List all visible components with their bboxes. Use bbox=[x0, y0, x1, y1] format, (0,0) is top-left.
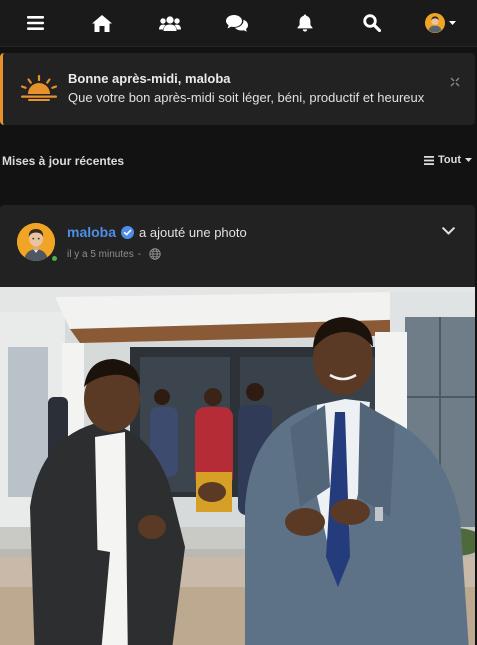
top-nav-bar bbox=[0, 0, 477, 47]
list-icon bbox=[423, 155, 434, 165]
filter-label: Tout bbox=[437, 154, 461, 166]
greeting-message: Que votre bon après-midi soit léger, bén… bbox=[68, 90, 425, 105]
author-avatar[interactable] bbox=[17, 223, 55, 261]
notifications-button[interactable] bbox=[289, 8, 321, 38]
search-button[interactable] bbox=[356, 8, 388, 38]
greeting-title: Bonne après-midi, maloba bbox=[68, 71, 231, 86]
post-photo[interactable] bbox=[0, 287, 475, 645]
verified-badge-icon bbox=[121, 225, 135, 239]
profile-avatar-icon bbox=[424, 13, 445, 33]
profile-menu-button[interactable] bbox=[420, 8, 460, 38]
recent-updates-heading: Mises à jour récentes bbox=[2, 154, 125, 168]
home-button[interactable] bbox=[86, 8, 118, 38]
menu-icon bbox=[26, 16, 44, 30]
post-card: maloba a ajouté une photo il y a 5 minut… bbox=[0, 205, 475, 645]
menu-button[interactable] bbox=[19, 8, 51, 38]
post-author-link[interactable]: maloba bbox=[67, 224, 116, 240]
meta-separator: - bbox=[137, 248, 142, 260]
groups-button[interactable] bbox=[154, 8, 186, 38]
user-avatar-icon bbox=[17, 223, 55, 261]
chevron-down-icon[interactable] bbox=[442, 227, 455, 235]
online-status-indicator bbox=[50, 254, 59, 263]
post-header: maloba a ajouté une photo bbox=[67, 224, 247, 240]
chat-button[interactable] bbox=[221, 8, 253, 38]
sunset-icon bbox=[20, 75, 58, 101]
caret-down-icon bbox=[465, 158, 472, 162]
greeting-card: Bonne après-midi, maloba Que votre bon a… bbox=[0, 53, 475, 125]
home-icon bbox=[92, 14, 112, 32]
caret-down-icon bbox=[448, 21, 456, 25]
feed-filter-dropdown[interactable]: Tout bbox=[423, 154, 472, 166]
post-timestamp[interactable]: il y a 5 minutes bbox=[67, 249, 134, 260]
chat-icon bbox=[226, 14, 248, 32]
close-icon[interactable] bbox=[450, 77, 460, 87]
post-meta: il y a 5 minutes - bbox=[67, 248, 161, 260]
search-icon bbox=[363, 14, 381, 32]
groups-icon bbox=[159, 15, 181, 31]
globe-icon bbox=[149, 248, 161, 260]
bell-icon bbox=[297, 14, 313, 32]
post-action-text: a ajouté une photo bbox=[139, 224, 247, 240]
